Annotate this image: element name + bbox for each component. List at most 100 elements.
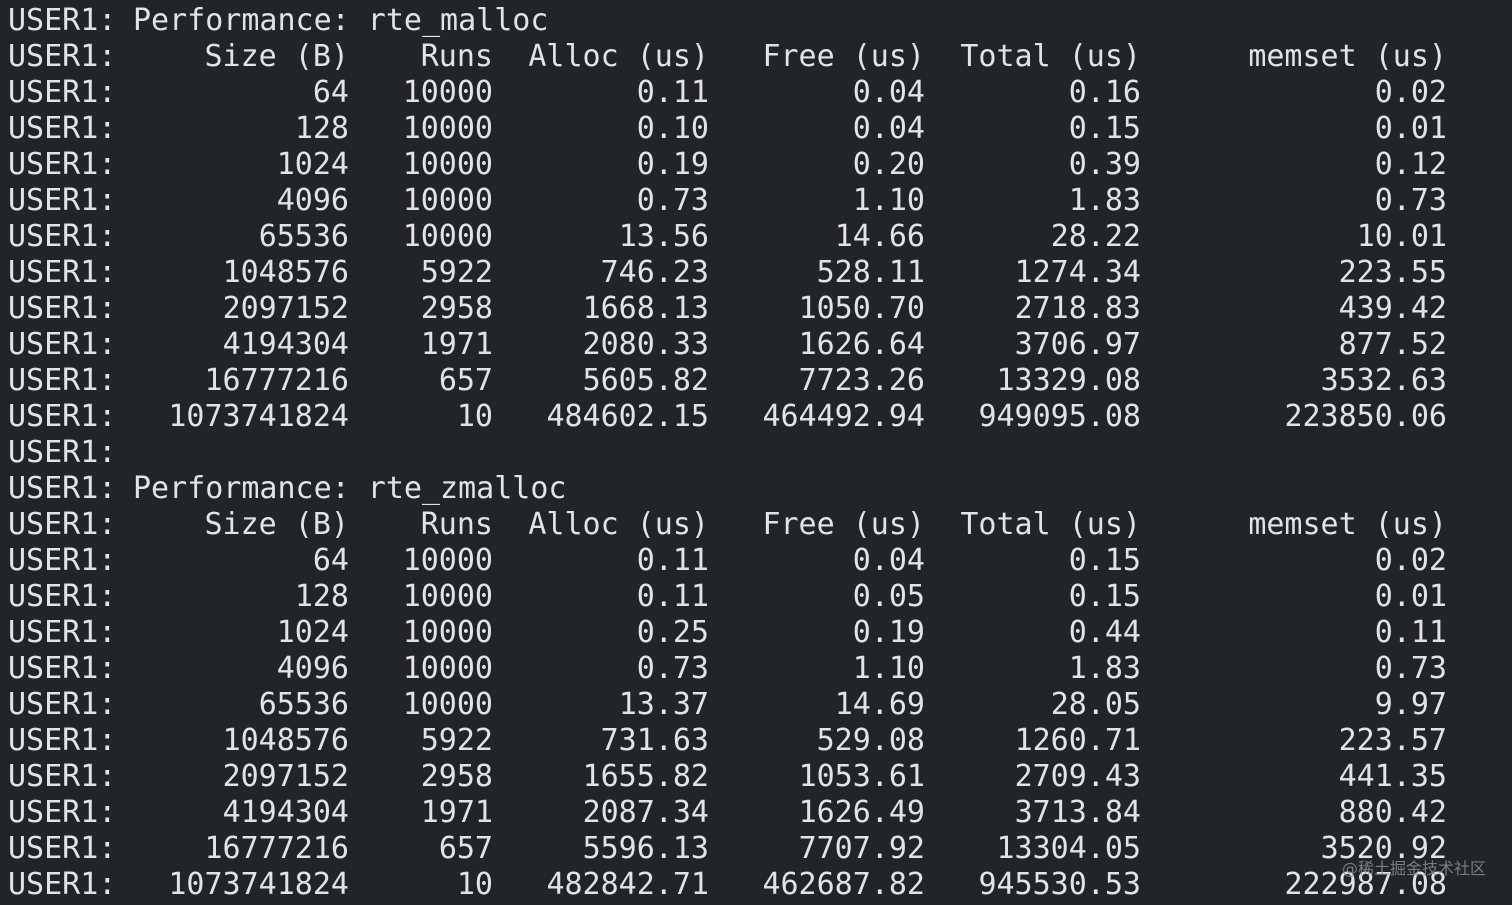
memset-cell: 223.55 bbox=[1338, 255, 1447, 290]
section-title-line: USER1: Performance: rte_zmalloc bbox=[0, 471, 1512, 507]
free-cell-header: Free (us) bbox=[762, 507, 925, 542]
total-cell: 3706.97 bbox=[1014, 327, 1141, 362]
table-row: USER1: 1048576 5922 731.63 529.08 1260.71 223.… bbox=[0, 723, 1512, 759]
free-cell-header: Free (us) bbox=[762, 39, 925, 74]
watermark-text: @稀土掘金技术社区 bbox=[1341, 859, 1486, 878]
free-cell: 528.11 bbox=[816, 255, 925, 290]
free-cell: 464492.94 bbox=[762, 399, 925, 434]
line-prefix: USER1: bbox=[8, 111, 117, 146]
alloc-cell: 0.73 bbox=[636, 651, 709, 686]
table-row: USER1: 4096 10000 0.73 1.10 1.83 0.73 bbox=[0, 183, 1512, 219]
memset-cell: 0.02 bbox=[1374, 75, 1447, 110]
line-prefix: USER1: bbox=[8, 615, 117, 650]
total-cell: 1.83 bbox=[1068, 183, 1141, 218]
runs-cell: 10000 bbox=[402, 543, 493, 578]
total-cell: 949095.08 bbox=[978, 399, 1141, 434]
alloc-cell: 0.25 bbox=[636, 615, 709, 650]
size-cell: 2097152 bbox=[222, 291, 349, 326]
table-row: USER1: 1073741824 10 484602.15 464492.94 9490… bbox=[0, 399, 1512, 435]
line-prefix: USER1: bbox=[8, 795, 117, 830]
runs-cell-header: Runs bbox=[420, 507, 493, 542]
line-prefix: USER1: bbox=[8, 435, 117, 470]
alloc-cell: 1655.82 bbox=[582, 759, 709, 794]
memset-cell: 877.52 bbox=[1338, 327, 1447, 362]
table-row: USER1: 2097152 2958 1668.13 1050.70 2718.83 43… bbox=[0, 291, 1512, 327]
size-cell: 1024 bbox=[276, 147, 349, 182]
table-row: USER1: 65536 10000 13.56 14.66 28.22 10.01 bbox=[0, 219, 1512, 255]
runs-cell: 2958 bbox=[420, 759, 493, 794]
memset-cell-header: memset (us) bbox=[1248, 507, 1447, 542]
total-cell: 13304.05 bbox=[996, 831, 1142, 866]
line-prefix: USER1: bbox=[8, 759, 117, 794]
runs-cell-header: Runs bbox=[420, 39, 493, 74]
runs-cell: 5922 bbox=[420, 723, 493, 758]
total-cell: 3713.84 bbox=[1014, 795, 1141, 830]
size-cell: 64 bbox=[312, 75, 349, 110]
runs-cell: 657 bbox=[438, 363, 493, 398]
free-cell: 1626.64 bbox=[798, 327, 925, 362]
alloc-cell: 2080.33 bbox=[582, 327, 709, 362]
free-cell: 14.69 bbox=[834, 687, 925, 722]
memset-cell: 9.97 bbox=[1374, 687, 1447, 722]
table-row: USER1: 1024 10000 0.19 0.20 0.39 0.12 bbox=[0, 147, 1512, 183]
line-prefix: USER1: bbox=[8, 219, 117, 254]
table-row: USER1: 2097152 2958 1655.82 1053.61 2709.43 44… bbox=[0, 759, 1512, 795]
memset-cell: 880.42 bbox=[1338, 795, 1447, 830]
total-cell: 0.16 bbox=[1068, 75, 1141, 110]
free-cell: 0.20 bbox=[852, 147, 925, 182]
total-cell: 0.15 bbox=[1068, 543, 1141, 578]
runs-cell: 10000 bbox=[402, 75, 493, 110]
alloc-cell-header: Alloc (us) bbox=[528, 507, 709, 542]
line-prefix: USER1: bbox=[8, 327, 117, 362]
memset-cell: 0.12 bbox=[1374, 147, 1447, 182]
total-cell: 0.15 bbox=[1068, 111, 1141, 146]
total-cell: 1.83 bbox=[1068, 651, 1141, 686]
free-cell: 0.04 bbox=[852, 543, 925, 578]
alloc-cell: 13.56 bbox=[618, 219, 709, 254]
size-cell: 1048576 bbox=[222, 723, 349, 758]
runs-cell: 1971 bbox=[420, 327, 493, 362]
total-cell: 1260.71 bbox=[1014, 723, 1141, 758]
memset-cell-header: memset (us) bbox=[1248, 39, 1447, 74]
size-cell-header: Size (B) bbox=[204, 507, 350, 542]
total-cell: 945530.53 bbox=[978, 867, 1141, 902]
size-cell: 128 bbox=[294, 111, 349, 146]
table-row: USER1: 4194304 1971 2080.33 1626.64 3706.97 87… bbox=[0, 327, 1512, 363]
size-cell: 16777216 bbox=[204, 363, 350, 398]
size-cell: 4096 bbox=[276, 651, 349, 686]
line-prefix: USER1: bbox=[8, 3, 117, 38]
table-row: USER1: 64 10000 0.11 0.04 0.15 0.02 bbox=[0, 543, 1512, 579]
runs-cell: 10 bbox=[456, 399, 493, 434]
line-prefix: USER1: bbox=[8, 651, 117, 686]
total-cell-header: Total (us) bbox=[960, 507, 1141, 542]
line-prefix: USER1: bbox=[8, 183, 117, 218]
size-cell: 4194304 bbox=[222, 795, 349, 830]
alloc-cell: 0.11 bbox=[636, 579, 709, 614]
line-prefix: USER1: bbox=[8, 543, 117, 578]
alloc-cell: 5605.82 bbox=[582, 363, 709, 398]
size-cell: 1073741824 bbox=[168, 867, 349, 902]
table-row: USER1: 4096 10000 0.73 1.10 1.83 0.73 bbox=[0, 651, 1512, 687]
line-prefix: USER1: bbox=[8, 867, 117, 902]
free-cell: 0.19 bbox=[852, 615, 925, 650]
table-header-line: USER1: Size (B) Runs Alloc (us) Free (us) Tot… bbox=[0, 507, 1512, 543]
size-cell: 4194304 bbox=[222, 327, 349, 362]
section-title: Performance: rte_malloc bbox=[133, 3, 549, 38]
line-prefix: USER1: bbox=[8, 255, 117, 290]
alloc-cell: 5596.13 bbox=[582, 831, 709, 866]
alloc-cell: 1668.13 bbox=[582, 291, 709, 326]
free-cell: 7723.26 bbox=[798, 363, 925, 398]
alloc-cell: 0.19 bbox=[636, 147, 709, 182]
memset-cell: 441.35 bbox=[1338, 759, 1447, 794]
free-cell: 462687.82 bbox=[762, 867, 925, 902]
alloc-cell: 2087.34 bbox=[582, 795, 709, 830]
alloc-cell: 0.10 bbox=[636, 111, 709, 146]
size-cell: 65536 bbox=[258, 219, 349, 254]
total-cell: 0.44 bbox=[1068, 615, 1141, 650]
free-cell: 1050.70 bbox=[798, 291, 925, 326]
size-cell: 1048576 bbox=[222, 255, 349, 290]
line-prefix: USER1: bbox=[8, 579, 117, 614]
line-prefix: USER1: bbox=[8, 687, 117, 722]
line-prefix: USER1: bbox=[8, 39, 117, 74]
alloc-cell: 0.11 bbox=[636, 75, 709, 110]
